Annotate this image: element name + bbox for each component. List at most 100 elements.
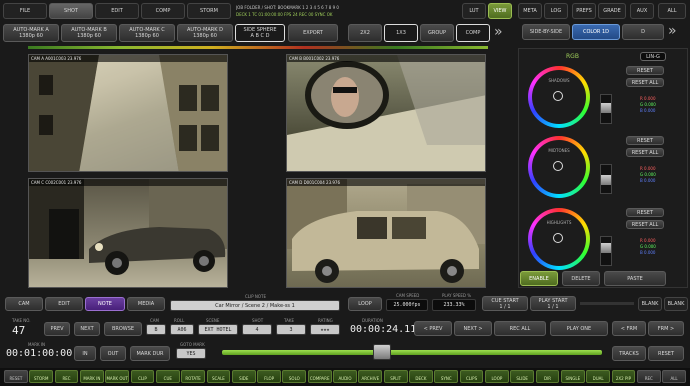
single-view-button[interactable]: SIDE SPHERE A B C D — [235, 24, 285, 42]
scrub-handle[interactable] — [372, 344, 391, 360]
soft-key-dual[interactable]: DUAL — [586, 370, 611, 383]
timecode-value[interactable]: 00:01:00:00 — [6, 348, 72, 359]
grade-mode-pill[interactable]: LIN-G — [640, 52, 666, 61]
field-scene-value[interactable]: EXT HOTEL — [198, 324, 238, 335]
layout-1x3-button[interactable]: 1X3 — [384, 24, 418, 42]
field-rating-value[interactable]: ★★★ — [310, 324, 340, 335]
tab-view[interactable]: VIEW — [488, 3, 512, 19]
viewport-cam-c[interactable]: CAM C C002C001 23.976 — [28, 178, 228, 288]
tab-meta[interactable]: META — [518, 3, 542, 19]
export-button[interactable]: EXPORT — [288, 24, 338, 42]
mode-button-d[interactable]: AUTO-MARK D 1380p 60 — [177, 24, 233, 42]
shadows-puck-icon[interactable] — [553, 91, 563, 101]
shadows-reset-all-button[interactable]: RESET ALL — [626, 78, 664, 87]
grade-tab-side[interactable]: SIDE-BY-SIDE — [522, 24, 570, 40]
tab-edit[interactable]: EDIT — [95, 3, 139, 19]
scrub-track[interactable] — [222, 350, 602, 355]
soft-key-storm[interactable]: STORM — [29, 370, 54, 383]
midtones-reset-all-button[interactable]: RESET ALL — [626, 148, 664, 157]
rec-all-button[interactable]: REC ALL — [494, 321, 546, 336]
transport-next-button[interactable]: NEXT > — [454, 321, 492, 336]
grade-delete-button[interactable]: DELETE — [562, 271, 600, 286]
soft-key-deck[interactable]: DECK — [409, 370, 433, 383]
tab-all[interactable]: ALL — [658, 3, 686, 19]
soft-key-mark-in[interactable]: MARK IN — [79, 370, 104, 383]
field-take-value[interactable]: 3 — [276, 324, 306, 335]
soft-key-rec[interactable]: REC — [636, 370, 661, 383]
cue-start-button[interactable]: CUE START 1 / 1 — [482, 296, 528, 311]
cam-speed-value[interactable]: 25.000fps — [386, 299, 428, 311]
soft-key-rec[interactable]: REC — [54, 370, 79, 383]
source-tab-note[interactable]: NOTE — [85, 297, 125, 311]
soft-key-loop[interactable]: LOOP — [484, 370, 509, 383]
tab-log[interactable]: LOG — [544, 3, 568, 19]
play-one-button[interactable]: PLAY ONE — [550, 321, 608, 336]
layout-2x2-button[interactable]: 2X2 — [348, 24, 382, 42]
goto-mark-value[interactable]: YES — [176, 348, 206, 359]
soft-key-compare[interactable]: COMPARE — [307, 370, 332, 383]
mark-duration-button[interactable]: MARK DUR — [130, 346, 170, 361]
soft-key-rotate[interactable]: ROTATE — [181, 370, 206, 383]
play-start-button[interactable]: PLAY START 1 / 1 — [530, 296, 576, 311]
soft-key-mark-out[interactable]: MARK OUT — [105, 370, 130, 383]
soft-key-flop[interactable]: FLOP — [257, 370, 281, 383]
source-tab-media[interactable]: MEDIA — [127, 297, 165, 311]
blank-button-2[interactable]: BLANK — [664, 297, 688, 311]
soft-key-sync[interactable]: SYNC — [434, 370, 459, 383]
chevron-right-icon[interactable]: » — [494, 24, 503, 40]
midtones-fader-knob[interactable] — [601, 175, 611, 185]
transport-prev-button[interactable]: < PREV — [414, 321, 452, 336]
soft-key-side[interactable]: SIDE — [231, 370, 256, 383]
tab-shot[interactable]: SHOT — [49, 3, 93, 19]
soft-key-split[interactable]: SPLIT — [383, 370, 408, 383]
frame-back-button[interactable]: < FRM — [612, 321, 646, 336]
next-button[interactable]: NEXT — [74, 322, 100, 336]
soft-key-dir[interactable]: DIR — [535, 370, 560, 383]
soft-key-2x2-pip[interactable]: 2X2 PIP — [611, 370, 636, 383]
highlights-reset-button[interactable]: RESET — [626, 208, 664, 217]
shadows-fader-knob[interactable] — [601, 103, 611, 113]
source-tab-edit[interactable]: EDIT — [45, 297, 83, 311]
grade-chevron-icon[interactable]: » — [668, 23, 677, 39]
shadows-fader[interactable] — [600, 94, 612, 124]
grade-enable-button[interactable]: ENABLE — [520, 271, 558, 286]
soft-key-audio[interactable]: AUDIO — [333, 370, 357, 383]
soft-key-reset[interactable]: RESET — [4, 370, 28, 383]
highlights-reset-all-button[interactable]: RESET ALL — [626, 220, 664, 229]
tab-prefs[interactable]: PREFS — [572, 3, 596, 19]
soft-key-slide[interactable]: SLIDE — [510, 370, 535, 383]
viewport-cam-b[interactable]: CAM B B001C002 23.976 — [286, 54, 486, 172]
midtones-fader[interactable] — [600, 164, 612, 194]
grade-tab-color[interactable]: COLOR 1D — [572, 24, 620, 40]
soft-key-single[interactable]: SINGLE — [560, 370, 585, 383]
mode-button-a[interactable]: AUTO-MARK A 1380p 60 — [3, 24, 59, 42]
mode-button-b[interactable]: AUTO-MARK B 1380p 60 — [61, 24, 117, 42]
soft-key-cue[interactable]: CUE — [155, 370, 180, 383]
mark-out-button[interactable]: OUT — [100, 346, 126, 361]
loop-button[interactable]: LOOP — [348, 297, 382, 311]
tracks-button[interactable]: TRACKS — [612, 346, 646, 361]
layout-comp-button[interactable]: COMP — [456, 24, 490, 42]
soft-key-archive[interactable]: ARCHIVE — [358, 370, 383, 383]
blank-button[interactable]: BLANK — [638, 297, 662, 311]
viewport-cam-a[interactable]: CAM A A001C003 23.976 — [28, 54, 228, 172]
reset-button[interactable]: RESET — [648, 346, 684, 361]
clip-name-field[interactable]: Car Mirror / Scene 2 / Make-ss 1 — [170, 300, 340, 311]
tab-aux[interactable]: AUX — [630, 3, 654, 19]
cue-slider[interactable] — [580, 302, 634, 305]
browse-button[interactable]: BROWSE — [104, 322, 142, 336]
take-value[interactable]: 47 — [12, 324, 25, 337]
tab-storm[interactable]: STORM — [187, 3, 231, 19]
tab-file[interactable]: FILE — [3, 3, 47, 19]
mark-in-button[interactable]: IN — [74, 346, 96, 361]
play-speed-value[interactable]: 233.33% — [432, 299, 476, 311]
source-tab-cam[interactable]: CAM — [5, 297, 43, 311]
soft-key-clip[interactable]: CLIP — [130, 370, 155, 383]
layout-group-button[interactable]: GROUP — [420, 24, 454, 42]
midtones-puck-icon[interactable] — [553, 161, 563, 171]
mode-button-c[interactable]: AUTO-MARK C 1380p 60 — [119, 24, 175, 42]
tab-lut[interactable]: LUT — [462, 3, 486, 19]
grade-tab-d[interactable]: D — [622, 24, 664, 40]
field-shot-value[interactable]: 4 — [242, 324, 272, 335]
viewport-cam-d[interactable]: CAM D D001C004 23.976 — [286, 178, 486, 288]
